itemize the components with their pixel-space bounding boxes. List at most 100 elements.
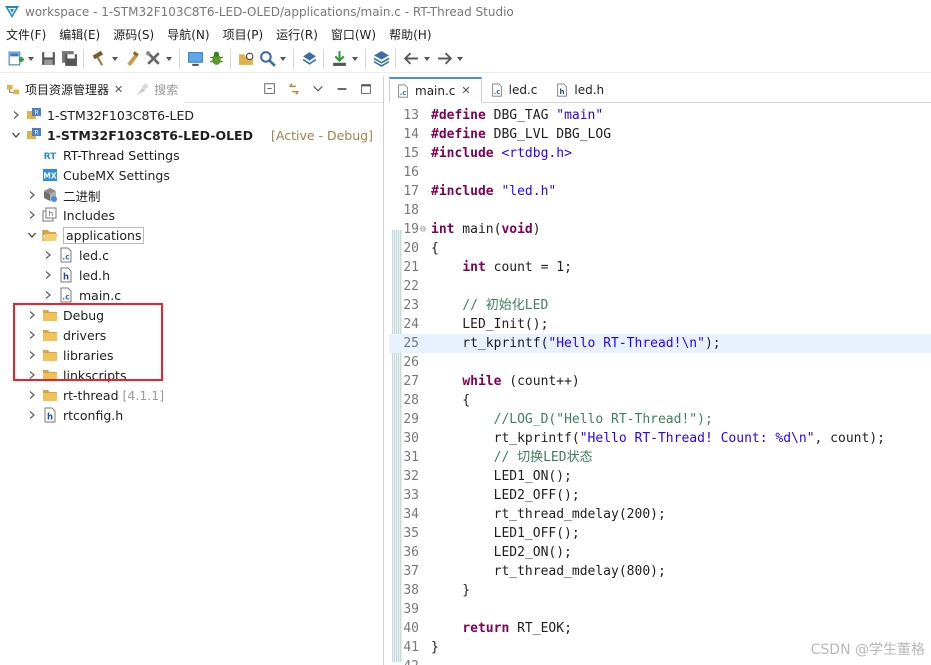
code-line[interactable]: 29 //LOG_D("Hello RT-Thread!");: [389, 410, 931, 429]
tree-item-rt-thread[interactable]: rt-thread [4.1.1]: [0, 385, 383, 405]
chevron-down-icon[interactable]: [10, 129, 22, 141]
download-dropdown-icon[interactable]: [350, 49, 359, 69]
chevron-right-icon[interactable]: [42, 249, 54, 261]
code-line[interactable]: 35 LED1_OFF();: [389, 524, 931, 543]
code-line[interactable]: 20 {: [389, 239, 931, 258]
code-line[interactable]: 27 while (count++): [389, 372, 931, 391]
view-menu-icon[interactable]: [309, 80, 327, 98]
tree-item-cubemx-settings[interactable]: MX CubeMX Settings: [0, 165, 383, 185]
code-line[interactable]: 23 // 初始化LED: [389, 296, 931, 315]
open-folder-icon[interactable]: [236, 49, 256, 69]
code-line[interactable]: 13 #define DBG_TAG "main": [389, 106, 931, 125]
tree-item-1-stm32f103c8t6-led-oled[interactable]: R 1-STM32F103C8T6-LED-OLED [Active - Debug…: [0, 125, 383, 145]
menu-run[interactable]: 运行(R): [276, 26, 318, 43]
tree-item-main-c[interactable]: .c main.c: [0, 285, 383, 305]
close-icon[interactable]: ✕: [461, 84, 470, 97]
code-line[interactable]: 30 rt_kprintf("Hello RT-Thread! Count: %…: [389, 429, 931, 448]
layers-icon[interactable]: [371, 49, 391, 69]
chevron-down-icon[interactable]: [26, 229, 38, 241]
code-line[interactable]: 17 #include "led.h": [389, 182, 931, 201]
close-icon[interactable]: ✕: [114, 83, 123, 96]
maximize-icon[interactable]: [357, 80, 375, 98]
svg-text:.c: .c: [400, 88, 407, 96]
menu-window[interactable]: 窗口(W): [331, 26, 376, 43]
back-icon[interactable]: [401, 49, 421, 69]
code-line[interactable]: 15 #include <rtdbg.h>: [389, 144, 931, 163]
build-dropdown-icon[interactable]: [110, 49, 119, 69]
chevron-right-icon[interactable]: [42, 269, 54, 281]
chevron-right-icon[interactable]: [42, 289, 54, 301]
tree-item-led-h[interactable]: h led.h: [0, 265, 383, 285]
clean-icon[interactable]: [122, 49, 142, 69]
chevron-right-icon[interactable]: [10, 109, 22, 121]
code-line[interactable]: 37 rt_thread_mdelay(800);: [389, 562, 931, 581]
menu-help[interactable]: 帮助(H): [389, 26, 431, 43]
menu-edit[interactable]: 编辑(E): [59, 26, 100, 43]
code-line[interactable]: 25 rt_kprintf("Hello RT-Thread!\n");: [389, 334, 931, 353]
download-icon[interactable]: [329, 49, 349, 69]
minimize-icon[interactable]: [333, 80, 351, 98]
menu-file[interactable]: 文件(F): [6, 26, 46, 43]
tab-search[interactable]: 搜索: [129, 75, 185, 103]
terminal-icon[interactable]: [185, 49, 205, 69]
menu-navigate[interactable]: 导航(N): [167, 26, 209, 43]
line-number: 23: [403, 298, 419, 313]
tree-item-includes[interactable]: h Includes: [0, 205, 383, 225]
code-line[interactable]: 16: [389, 163, 931, 182]
code-line[interactable]: 33 LED2_OFF();: [389, 486, 931, 505]
code-line[interactable]: 28 {: [389, 391, 931, 410]
tools-dropdown-icon[interactable]: [164, 49, 173, 69]
chevron-right-icon[interactable]: [26, 389, 38, 401]
code-line[interactable]: 14 #define DBG_LVL DBG_LOG: [389, 125, 931, 144]
code-line[interactable]: 32 LED1_ON();: [389, 467, 931, 486]
fold-toggle-icon[interactable]: ⊖: [419, 220, 427, 239]
menu-project[interactable]: 项目(P): [223, 26, 264, 43]
code-line[interactable]: 39: [389, 600, 931, 619]
code-line[interactable]: 34 rt_thread_mdelay(200);: [389, 505, 931, 524]
editor-tab-main-c[interactable]: .c main.c ✕: [389, 77, 482, 103]
chevron-right-icon[interactable]: [26, 209, 38, 221]
code-line[interactable]: 31 // 切换LED状态: [389, 448, 931, 467]
tree-item-applications[interactable]: applications: [0, 225, 383, 245]
new-icon[interactable]: [5, 49, 25, 69]
package-icon[interactable]: [299, 49, 319, 69]
save-icon[interactable]: [38, 49, 58, 69]
code-line[interactable]: 21 int count = 1;: [389, 258, 931, 277]
back-dropdown-icon[interactable]: [422, 49, 431, 69]
search-icon[interactable]: [257, 49, 277, 69]
tree-item-rtconfig-h[interactable]: h rtconfig.h: [0, 405, 383, 425]
tree-item-rt-thread-settings[interactable]: RT RT-Thread Settings: [0, 145, 383, 165]
tab-project-explorer[interactable]: 项目资源管理器 ✕: [0, 75, 130, 103]
forward-dropdown-icon[interactable]: [455, 49, 464, 69]
code-line[interactable]: 26: [389, 353, 931, 372]
code-text: LED2_ON();: [431, 545, 572, 560]
editor-tab-led-c[interactable]: .c led.c: [484, 76, 548, 102]
build-icon[interactable]: [89, 49, 109, 69]
menu-source[interactable]: 源码(S): [113, 26, 154, 43]
tree-item-[interactable]: 二进制: [0, 185, 383, 205]
collapse-all-icon[interactable]: [261, 80, 279, 98]
link-editor-icon[interactable]: [285, 80, 303, 98]
search-dropdown-icon[interactable]: [278, 49, 287, 69]
save-all-icon[interactable]: [59, 49, 79, 69]
tree-item-led-c[interactable]: .c led.c: [0, 245, 383, 265]
code-line[interactable]: 18: [389, 201, 931, 220]
code-line[interactable]: 40 return RT_EOK;: [389, 619, 931, 638]
chevron-right-icon[interactable]: [26, 189, 38, 201]
code-line[interactable]: 38 }: [389, 581, 931, 600]
tools-icon[interactable]: [143, 49, 163, 69]
code-line[interactable]: 19 ⊖ int main(void): [389, 220, 931, 239]
new-dropdown-icon[interactable]: [26, 49, 35, 69]
code-line[interactable]: 36 LED2_ON();: [389, 543, 931, 562]
rt-settings-icon: RT: [42, 147, 58, 163]
code-line[interactable]: 24 LED_Init();: [389, 315, 931, 334]
code-area[interactable]: 13 #define DBG_TAG "main" 14 #define DBG_LV…: [389, 104, 931, 665]
tree-item-label: 1-STM32F103C8T6-LED: [47, 107, 195, 123]
forward-icon[interactable]: [434, 49, 454, 69]
chevron-right-icon[interactable]: [26, 409, 38, 421]
debug-icon[interactable]: [206, 49, 226, 69]
editor-tab-led-h[interactable]: h led.h: [549, 76, 614, 102]
code-line[interactable]: 22: [389, 277, 931, 296]
tree-item-1-stm32f103c8t6-led[interactable]: R 1-STM32F103C8T6-LED: [0, 105, 383, 125]
